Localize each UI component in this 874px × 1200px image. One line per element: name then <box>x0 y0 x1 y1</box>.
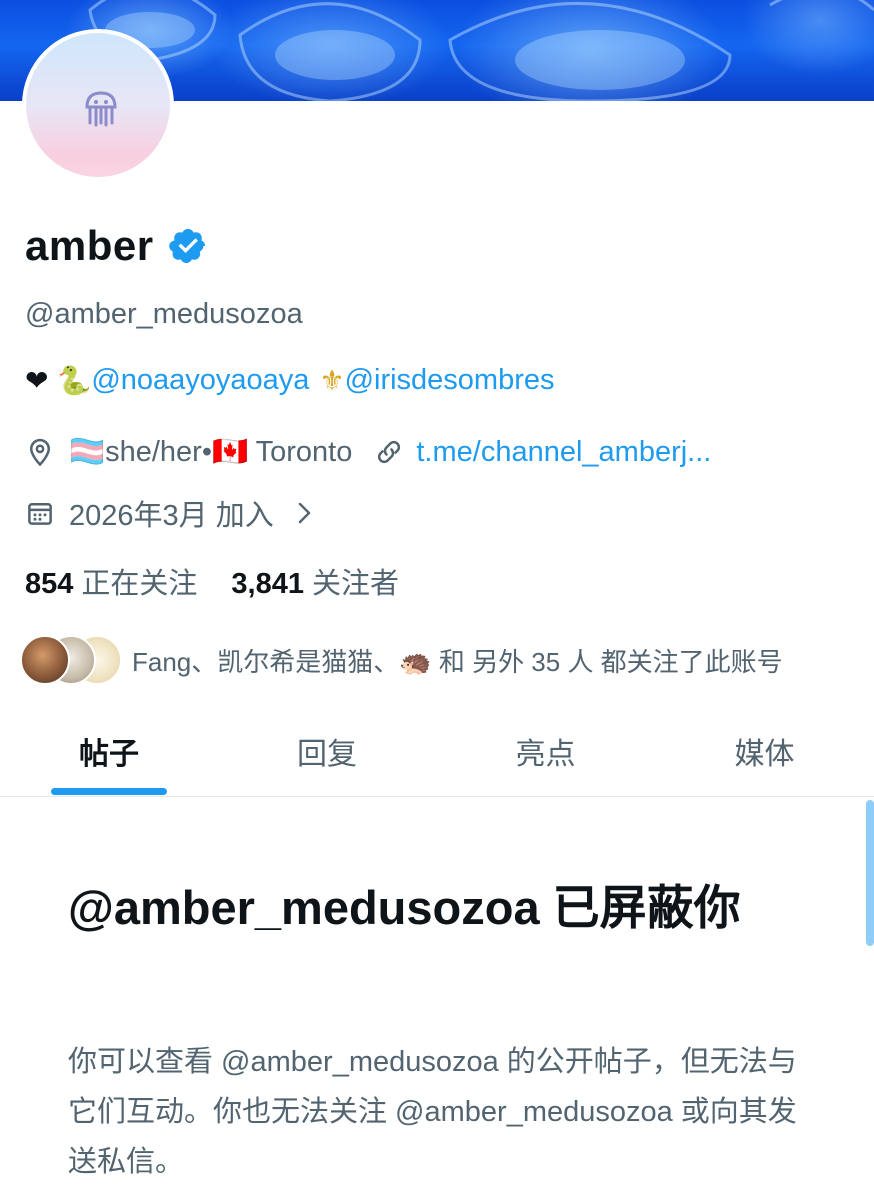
profile-tabs: 帖子 回复 亮点 媒体 <box>0 706 874 797</box>
scrollbar[interactable] <box>866 800 874 946</box>
profile-stats: 854 正在关注 3,841 关注者 <box>25 560 399 602</box>
bio-mention-link[interactable]: @noaayoyaoaya <box>91 364 309 397</box>
snake-emoji: 🐍 <box>56 365 92 396</box>
blocked-notice-description: 你可以查看 @amber_medusozoa 的公开帖子，但无法与它们互动。你也… <box>68 1046 797 1178</box>
avatar-image <box>26 33 170 177</box>
profile-website-link[interactable]: t.me/channel_amberj... <box>416 436 711 469</box>
jellyfish-icon <box>85 91 117 127</box>
chevron-right-icon <box>298 502 310 524</box>
profile-meta-row: 🏳️‍⚧️she/her•🇨🇦 Toronto t.me/channel_amb… <box>25 435 711 469</box>
bio-mention-link[interactable]: @irisdesombres <box>345 364 555 397</box>
verified-badge-icon[interactable] <box>168 226 208 266</box>
known-followers-row[interactable]: Fang、凯尔希是猫猫、🦔 和 另外 35 人 都关注了此账号 <box>20 634 783 686</box>
fleur-de-lis-emoji: ⚜ <box>319 365 345 396</box>
profile-avatar[interactable] <box>22 29 174 181</box>
followers-label: 关注者 <box>311 568 399 600</box>
following-label: 正在关注 <box>81 568 198 600</box>
tab-posts[interactable]: 帖子 <box>0 706 218 796</box>
following-count: 854 <box>25 568 74 600</box>
followers-count: 3,841 <box>231 568 304 600</box>
profile-joined-date: 2026年3月 加入 <box>69 500 274 532</box>
profile-location: 🏳️‍⚧️she/her•🇨🇦 Toronto <box>69 436 353 468</box>
tab-highlights[interactable]: 亮点 <box>436 706 655 796</box>
calendar-icon <box>28 503 52 525</box>
tab-replies[interactable]: 回复 <box>218 706 436 796</box>
link-icon <box>378 440 401 464</box>
heart-emoji: ❤ <box>25 365 49 396</box>
profile-bio: ❤ 🐍 @noaayoyaoaya ⚜ @irisdesombres <box>25 364 555 397</box>
followers-stat[interactable]: 3,841 关注者 <box>231 560 399 602</box>
known-followers-text: Fang、凯尔希是猫猫、🦔 和 另外 35 人 都关注了此账号 <box>132 646 783 677</box>
profile-handle: @amber_medusozoa <box>25 298 303 330</box>
avatar <box>20 635 70 685</box>
profile-joined-row[interactable]: 2026年3月 加入 <box>25 492 316 534</box>
active-tab-indicator <box>51 788 167 795</box>
blocked-notice-title: @amber_medusozoa 已屏蔽你 <box>68 881 741 934</box>
location-pin-icon <box>29 438 51 467</box>
display-name: amber <box>25 222 154 269</box>
tab-media[interactable]: 媒体 <box>655 706 874 796</box>
display-name-row: amber <box>25 218 208 274</box>
following-stat[interactable]: 854 正在关注 <box>25 560 197 602</box>
